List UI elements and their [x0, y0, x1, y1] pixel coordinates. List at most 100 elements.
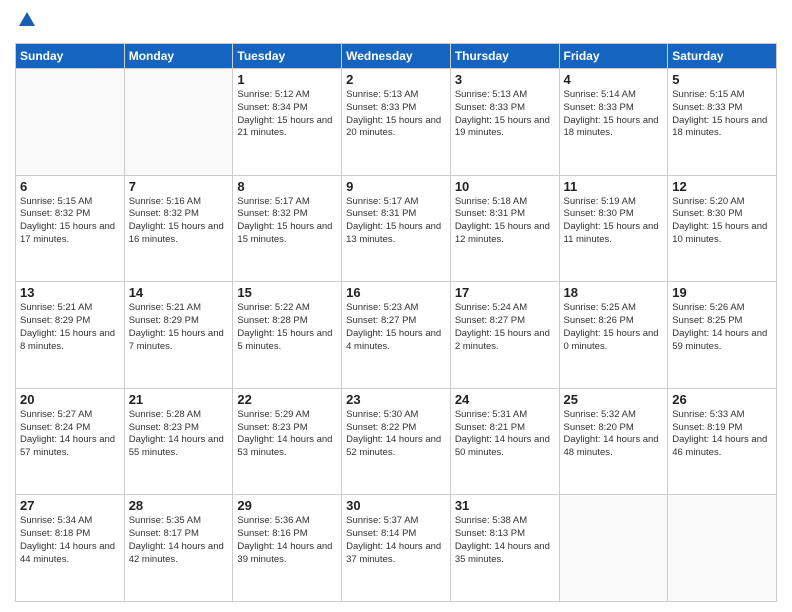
day-number: 9	[346, 179, 446, 194]
day-number: 8	[237, 179, 337, 194]
day-number: 18	[564, 285, 664, 300]
calendar-cell: 1 Sunrise: 5:12 AM Sunset: 8:34 PM Daylig…	[233, 69, 342, 176]
calendar-cell	[559, 495, 668, 602]
page: SundayMondayTuesdayWednesdayThursdayFrid…	[0, 0, 792, 612]
cell-info: Sunrise: 5:24 AM Sunset: 8:27 PM Dayligh…	[455, 302, 555, 353]
calendar-cell: 19 Sunrise: 5:26 AM Sunset: 8:25 PM Dayli…	[668, 282, 777, 389]
calendar-cell: 28 Sunrise: 5:35 AM Sunset: 8:17 PM Dayli…	[124, 495, 233, 602]
day-number: 27	[20, 498, 120, 513]
day-number: 11	[564, 179, 664, 194]
cell-info: Sunrise: 5:35 AM Sunset: 8:17 PM Dayligh…	[129, 515, 229, 566]
day-number: 16	[346, 285, 446, 300]
day-number: 1	[237, 72, 337, 87]
calendar-cell: 27 Sunrise: 5:34 AM Sunset: 8:18 PM Dayli…	[16, 495, 125, 602]
cell-info: Sunrise: 5:32 AM Sunset: 8:20 PM Dayligh…	[564, 409, 664, 460]
cell-info: Sunrise: 5:13 AM Sunset: 8:33 PM Dayligh…	[346, 89, 446, 140]
day-number: 29	[237, 498, 337, 513]
day-header-wednesday: Wednesday	[342, 44, 451, 69]
cell-info: Sunrise: 5:30 AM Sunset: 8:22 PM Dayligh…	[346, 409, 446, 460]
calendar-cell: 24 Sunrise: 5:31 AM Sunset: 8:21 PM Dayli…	[450, 388, 559, 495]
day-number: 23	[346, 392, 446, 407]
day-number: 6	[20, 179, 120, 194]
day-number: 24	[455, 392, 555, 407]
day-number: 14	[129, 285, 229, 300]
cell-info: Sunrise: 5:23 AM Sunset: 8:27 PM Dayligh…	[346, 302, 446, 353]
day-number: 31	[455, 498, 555, 513]
day-number: 13	[20, 285, 120, 300]
cell-info: Sunrise: 5:16 AM Sunset: 8:32 PM Dayligh…	[129, 196, 229, 247]
cell-info: Sunrise: 5:15 AM Sunset: 8:32 PM Dayligh…	[20, 196, 120, 247]
cell-info: Sunrise: 5:28 AM Sunset: 8:23 PM Dayligh…	[129, 409, 229, 460]
day-header-sunday: Sunday	[16, 44, 125, 69]
cell-info: Sunrise: 5:26 AM Sunset: 8:25 PM Dayligh…	[672, 302, 772, 353]
logo	[15, 10, 37, 35]
calendar-cell: 3Sunrise: 5:13 AM Sunset: 8:33 PM Daylig…	[450, 69, 559, 176]
cell-info: Sunrise: 5:15 AM Sunset: 8:33 PM Dayligh…	[672, 89, 772, 140]
cell-info: Sunrise: 5:20 AM Sunset: 8:30 PM Dayligh…	[672, 196, 772, 247]
day-number: 7	[129, 179, 229, 194]
day-number: 19	[672, 285, 772, 300]
day-number: 26	[672, 392, 772, 407]
calendar-cell: 22Sunrise: 5:29 AM Sunset: 8:23 PM Dayli…	[233, 388, 342, 495]
calendar-cell: 18 Sunrise: 5:25 AM Sunset: 8:26 PM Dayli…	[559, 282, 668, 389]
cell-info: Sunrise: 5:17 AM Sunset: 8:32 PM Dayligh…	[237, 196, 337, 247]
cell-info: Sunrise: 5:31 AM Sunset: 8:21 PM Dayligh…	[455, 409, 555, 460]
calendar-cell: 6 Sunrise: 5:15 AM Sunset: 8:32 PM Daylig…	[16, 175, 125, 282]
calendar-cell: 2Sunrise: 5:13 AM Sunset: 8:33 PM Daylig…	[342, 69, 451, 176]
calendar-week-4: 27 Sunrise: 5:34 AM Sunset: 8:18 PM Dayli…	[16, 495, 777, 602]
calendar-cell: 25 Sunrise: 5:32 AM Sunset: 8:20 PM Dayli…	[559, 388, 668, 495]
calendar-cell: 31Sunrise: 5:38 AM Sunset: 8:13 PM Dayli…	[450, 495, 559, 602]
calendar-cell	[124, 69, 233, 176]
calendar-week-2: 13 Sunrise: 5:21 AM Sunset: 8:29 PM Dayli…	[16, 282, 777, 389]
cell-info: Sunrise: 5:37 AM Sunset: 8:14 PM Dayligh…	[346, 515, 446, 566]
day-header-friday: Friday	[559, 44, 668, 69]
calendar-cell: 15 Sunrise: 5:22 AM Sunset: 8:28 PM Dayli…	[233, 282, 342, 389]
day-number: 12	[672, 179, 772, 194]
calendar-cell: 30 Sunrise: 5:37 AM Sunset: 8:14 PM Dayli…	[342, 495, 451, 602]
day-number: 25	[564, 392, 664, 407]
day-header-monday: Monday	[124, 44, 233, 69]
day-number: 20	[20, 392, 120, 407]
calendar-cell: 7 Sunrise: 5:16 AM Sunset: 8:32 PM Daylig…	[124, 175, 233, 282]
calendar-cell: 9 Sunrise: 5:17 AM Sunset: 8:31 PM Daylig…	[342, 175, 451, 282]
calendar: SundayMondayTuesdayWednesdayThursdayFrid…	[15, 43, 777, 602]
day-number: 30	[346, 498, 446, 513]
calendar-cell: 29 Sunrise: 5:36 AM Sunset: 8:16 PM Dayli…	[233, 495, 342, 602]
calendar-cell: 20 Sunrise: 5:27 AM Sunset: 8:24 PM Dayli…	[16, 388, 125, 495]
calendar-cell: 4Sunrise: 5:14 AM Sunset: 8:33 PM Daylig…	[559, 69, 668, 176]
calendar-cell: 12 Sunrise: 5:20 AM Sunset: 8:30 PM Dayli…	[668, 175, 777, 282]
calendar-cell: 5 Sunrise: 5:15 AM Sunset: 8:33 PM Daylig…	[668, 69, 777, 176]
cell-info: Sunrise: 5:25 AM Sunset: 8:26 PM Dayligh…	[564, 302, 664, 353]
cell-info: Sunrise: 5:17 AM Sunset: 8:31 PM Dayligh…	[346, 196, 446, 247]
calendar-week-1: 6 Sunrise: 5:15 AM Sunset: 8:32 PM Daylig…	[16, 175, 777, 282]
calendar-cell: 8 Sunrise: 5:17 AM Sunset: 8:32 PM Daylig…	[233, 175, 342, 282]
cell-info: Sunrise: 5:33 AM Sunset: 8:19 PM Dayligh…	[672, 409, 772, 460]
calendar-header-row: SundayMondayTuesdayWednesdayThursdayFrid…	[16, 44, 777, 69]
day-header-saturday: Saturday	[668, 44, 777, 69]
day-number: 4	[564, 72, 664, 87]
calendar-cell	[16, 69, 125, 176]
day-number: 17	[455, 285, 555, 300]
cell-info: Sunrise: 5:21 AM Sunset: 8:29 PM Dayligh…	[20, 302, 120, 353]
day-number: 15	[237, 285, 337, 300]
calendar-cell: 16 Sunrise: 5:23 AM Sunset: 8:27 PM Dayli…	[342, 282, 451, 389]
day-number: 21	[129, 392, 229, 407]
cell-info: Sunrise: 5:27 AM Sunset: 8:24 PM Dayligh…	[20, 409, 120, 460]
header	[15, 10, 777, 35]
calendar-cell: 17 Sunrise: 5:24 AM Sunset: 8:27 PM Dayli…	[450, 282, 559, 389]
cell-info: Sunrise: 5:19 AM Sunset: 8:30 PM Dayligh…	[564, 196, 664, 247]
cell-info: Sunrise: 5:22 AM Sunset: 8:28 PM Dayligh…	[237, 302, 337, 353]
day-number: 3	[455, 72, 555, 87]
day-number: 5	[672, 72, 772, 87]
day-header-thursday: Thursday	[450, 44, 559, 69]
calendar-cell	[668, 495, 777, 602]
calendar-week-3: 20 Sunrise: 5:27 AM Sunset: 8:24 PM Dayli…	[16, 388, 777, 495]
cell-info: Sunrise: 5:34 AM Sunset: 8:18 PM Dayligh…	[20, 515, 120, 566]
day-number: 28	[129, 498, 229, 513]
cell-info: Sunrise: 5:36 AM Sunset: 8:16 PM Dayligh…	[237, 515, 337, 566]
cell-info: Sunrise: 5:12 AM Sunset: 8:34 PM Dayligh…	[237, 89, 337, 140]
calendar-cell: 26 Sunrise: 5:33 AM Sunset: 8:19 PM Dayli…	[668, 388, 777, 495]
day-header-tuesday: Tuesday	[233, 44, 342, 69]
calendar-cell: 10Sunrise: 5:18 AM Sunset: 8:31 PM Dayli…	[450, 175, 559, 282]
calendar-cell: 14Sunrise: 5:21 AM Sunset: 8:29 PM Dayli…	[124, 282, 233, 389]
